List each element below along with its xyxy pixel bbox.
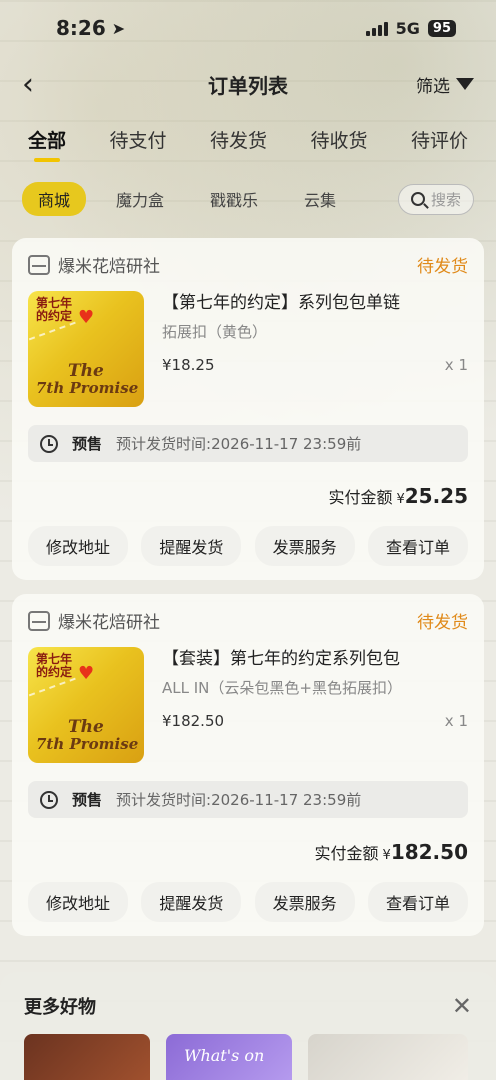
shop-name: 爆米花焙研社: [58, 613, 160, 633]
thumbnail-title-2: 7th Promise: [36, 735, 139, 753]
presale-label: 预售: [72, 791, 103, 809]
product-thumbnail[interactable]: 第七年 的约定 ♥ The 7th Promise: [28, 291, 144, 407]
remind-shipment-button[interactable]: 提醒发货: [141, 526, 242, 566]
chip-cloud-market[interactable]: 云集: [288, 182, 352, 216]
thumbnail-title-1: The: [68, 361, 104, 381]
shop-icon: [28, 610, 50, 631]
product-spec: ALL IN（云朵包黑色+黑色拓展扣）: [162, 678, 402, 697]
search-icon: [410, 192, 425, 206]
tab-pending-payment[interactable]: 待支付: [109, 120, 166, 168]
price-row: ¥18.25 x 1: [162, 356, 468, 374]
clock-text: 8:26: [56, 16, 106, 40]
product-quantity: x 1: [444, 355, 468, 374]
order-card[interactable]: 爆米花焙研社 待发货 第七年 的约定 ♥ The 7th Promise 【套装…: [12, 594, 484, 936]
order-header: 爆米花焙研社 待发货: [28, 608, 468, 633]
more-products-list: What's on: [24, 1034, 472, 1080]
clock-icon: [40, 790, 58, 809]
presale-label: 预售: [72, 435, 103, 453]
filter-label: 筛选: [416, 76, 450, 97]
funnel-icon: [456, 78, 474, 90]
shop-name: 爆米花焙研社: [58, 257, 160, 277]
product-info: 【套装】第七年的约定系列包包 ALL IN（云朵包黑色+黑色拓展扣） ¥182.…: [162, 647, 468, 763]
thumbnail-title-1: The: [68, 717, 104, 737]
thumbnail-corner-text: 第七年 的约定: [36, 652, 73, 680]
shop-link[interactable]: 爆米花焙研社: [28, 252, 160, 277]
battery-icon: 95: [427, 19, 456, 37]
presale-ship-time: 预计发货时间:2026-11-17 23:59前: [116, 435, 362, 453]
signal-icon: [365, 20, 388, 36]
shop-icon: [28, 254, 50, 275]
total-label: 实付金额: [314, 844, 379, 863]
product-card[interactable]: [24, 1034, 150, 1080]
product-price: ¥18.25: [162, 355, 215, 374]
product-card[interactable]: [308, 1034, 468, 1080]
product-row[interactable]: 第七年 的约定 ♥ The 7th Promise 【第七年的约定】系列包包单链…: [28, 291, 468, 407]
close-icon[interactable]: ✕: [452, 992, 472, 1020]
nav-bar: ‹ 订单列表 筛选: [0, 56, 496, 112]
price-row: ¥182.50 x 1: [162, 712, 468, 730]
search-input[interactable]: 搜索: [397, 183, 474, 215]
heart-icon: ♥: [78, 663, 95, 684]
heart-icon: ♥: [78, 307, 95, 328]
search-placeholder: 搜索: [430, 190, 461, 209]
currency-symbol: ¥: [382, 848, 391, 863]
total-amount: 25.25: [404, 484, 468, 508]
total-label: 实付金额: [328, 488, 393, 507]
clock-icon: [40, 434, 58, 453]
product-title: 【套装】第七年的约定系列包包: [162, 649, 400, 669]
category-chips: 商城 魔力盒 戳戳乐 云集 搜索: [0, 168, 496, 226]
presale-notice: 预售 预计发货时间:2026-11-17 23:59前: [28, 425, 468, 462]
shop-link[interactable]: 爆米花焙研社: [28, 608, 160, 633]
invoice-service-button[interactable]: 发票服务: [254, 526, 355, 566]
tab-all[interactable]: 全部: [28, 120, 66, 168]
presale-notice: 预售 预计发货时间:2026-11-17 23:59前: [28, 781, 468, 818]
view-order-button[interactable]: 查看订单: [367, 882, 468, 922]
order-total: 实付金额 ¥182.50: [28, 840, 468, 864]
product-card[interactable]: What's on: [166, 1034, 292, 1080]
filter-button[interactable]: 筛选: [416, 72, 474, 97]
chip-poke-fun[interactable]: 戳戳乐: [194, 182, 274, 216]
status-bar: 8:26 ➤ 5G 95: [0, 0, 496, 56]
location-arrow-icon: ➤: [111, 18, 126, 38]
product-quantity: x 1: [444, 711, 468, 730]
product-card-text: What's on: [184, 1046, 265, 1065]
thumbnail-title-2: 7th Promise: [36, 379, 139, 397]
invoice-service-button[interactable]: 发票服务: [254, 882, 355, 922]
order-tabs: 全部 待支付 待发货 待收货 待评价: [0, 112, 496, 168]
back-arrow-icon[interactable]: ‹: [22, 67, 52, 102]
product-row[interactable]: 第七年 的约定 ♥ The 7th Promise 【套装】第七年的约定系列包包…: [28, 647, 468, 763]
currency-symbol: ¥: [396, 492, 405, 507]
product-spec: 拓展扣（黄色）: [162, 322, 268, 341]
more-products-title: 更多好物: [24, 997, 96, 1018]
order-card[interactable]: 爆米花焙研社 待发货 第七年 的约定 ♥ The 7th Promise 【第七…: [12, 238, 484, 580]
modify-address-button[interactable]: 修改地址: [28, 526, 129, 566]
product-thumbnail[interactable]: 第七年 的约定 ♥ The 7th Promise: [28, 647, 144, 763]
product-info: 【第七年的约定】系列包包单链 拓展扣（黄色） ¥18.25 x 1: [162, 291, 468, 407]
remind-shipment-button[interactable]: 提醒发货: [141, 882, 242, 922]
tab-pending-shipment[interactable]: 待发货: [210, 120, 267, 168]
order-total: 实付金额 ¥25.25: [28, 484, 468, 508]
chip-mall[interactable]: 商城: [22, 182, 87, 216]
view-order-button[interactable]: 查看订单: [367, 526, 468, 566]
product-price: ¥182.50: [162, 711, 225, 730]
total-amount: 182.50: [390, 840, 468, 864]
more-products-sheet: 更多好物 ✕ What's on: [0, 972, 496, 1080]
order-actions: 修改地址 提醒发货 发票服务 查看订单: [28, 526, 468, 566]
status-time: 8:26 ➤: [56, 16, 125, 40]
presale-ship-time: 预计发货时间:2026-11-17 23:59前: [116, 791, 362, 809]
order-status: 待发货: [417, 257, 468, 277]
tab-pending-receipt[interactable]: 待收货: [310, 120, 367, 168]
more-products-header: 更多好物 ✕: [24, 992, 472, 1020]
order-actions: 修改地址 提醒发货 发票服务 查看订单: [28, 882, 468, 922]
network-label: 5G: [395, 18, 420, 38]
tab-pending-review[interactable]: 待评价: [411, 120, 468, 168]
thumbnail-corner-text: 第七年 的约定: [36, 296, 73, 324]
status-indicators: 5G 95: [365, 18, 456, 38]
product-title: 【第七年的约定】系列包包单链: [162, 293, 400, 313]
order-status: 待发货: [417, 613, 468, 633]
modify-address-button[interactable]: 修改地址: [28, 882, 129, 922]
order-header: 爆米花焙研社 待发货: [28, 252, 468, 277]
chip-magic-box[interactable]: 魔力盒: [100, 182, 180, 216]
